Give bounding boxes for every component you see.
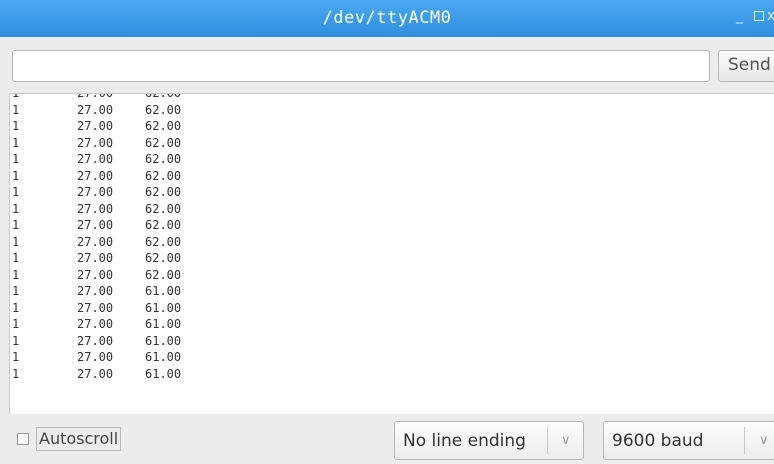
serial-col-humidity: 61.00	[145, 333, 182, 348]
serial-col-id: 1	[12, 102, 20, 117]
chevron-down-icon: ∨	[759, 433, 769, 448]
chevron-down-icon: ∨	[561, 433, 571, 448]
select-divider	[744, 427, 745, 454]
serial-col-id: 1	[12, 284, 20, 298]
select-divider	[547, 427, 548, 454]
serial-col-humidity: 61.00	[145, 300, 182, 315]
serial-col-temperature: 27.00	[77, 135, 114, 150]
autoscroll-label[interactable]: Autoscroll	[36, 427, 122, 451]
serial-col-temperature: 27.00	[77, 333, 114, 348]
serial-col-humidity: 62.00	[145, 218, 182, 232]
serial-col-humidity: 62.00	[145, 234, 182, 249]
serial-col-id: 1	[12, 93, 20, 100]
serial-col-humidity: 62.00	[145, 102, 182, 117]
serial-col-temperature: 27.00	[77, 119, 114, 133]
serial-col-humidity: 62.00	[145, 185, 182, 199]
serial-col-id: 1	[12, 168, 20, 183]
baud-rate-value: 9600 baud	[612, 431, 704, 451]
serial-monitor-window: /dev/ttyACM0 _ x Send 1 27.00 62.00 1 27.00 6…	[0, 0, 774, 464]
serial-col-humidity: 62.00	[145, 201, 182, 216]
serial-col-id: 1	[12, 333, 20, 348]
maximize-icon[interactable]	[754, 11, 764, 21]
serial-col-id: 1	[12, 366, 20, 381]
serial-col-id: 1	[12, 135, 20, 150]
serial-col-humidity: 62.00	[145, 251, 182, 265]
send-button[interactable]: Send	[718, 50, 774, 82]
serial-col-humidity: 61.00	[145, 317, 182, 331]
serial-col-humidity: 61.00	[145, 366, 182, 381]
window-title: /dev/ttyACM0	[322, 8, 452, 28]
serial-col-humidity: 62.00	[145, 152, 182, 166]
baud-rate-select[interactable]: 9600 baud ∨	[603, 421, 774, 460]
serial-col-temperature: 27.00	[77, 366, 114, 381]
serial-col-temperature: 27.00	[77, 317, 114, 331]
serial-col-temperature: 27.00	[77, 350, 114, 364]
serial-col-humidity: 62.00	[145, 267, 182, 282]
serial-col-id: 1	[12, 119, 20, 133]
minimize-icon[interactable]: _	[736, 8, 743, 24]
serial-col-temperature: 27.00	[77, 251, 114, 265]
serial-col-id: 1	[12, 234, 20, 249]
serial-col-humidity: 61.00	[145, 284, 182, 298]
serial-col-humidity: 62.00	[145, 119, 182, 133]
serial-output[interactable]: 1 27.00 62.00 1 27.00 62.00 1 27.00 62.00 1 27.00 6…	[9, 93, 774, 415]
send-input[interactable]	[12, 50, 710, 82]
serial-col-temperature: 27.00	[77, 218, 114, 232]
serial-col-id: 1	[12, 152, 20, 166]
serial-col-temperature: 27.00	[77, 93, 114, 100]
serial-col-id: 1	[12, 317, 20, 331]
serial-col-id: 1	[12, 201, 20, 216]
serial-col-temperature: 27.00	[77, 201, 114, 216]
serial-col-temperature: 27.00	[77, 234, 114, 249]
serial-col-temperature: 27.00	[77, 185, 114, 199]
send-bar: Send	[0, 37, 774, 93]
autoscroll-checkbox[interactable]	[17, 433, 29, 445]
line-ending-select[interactable]: No line ending ∨	[394, 421, 584, 460]
serial-col-humidity: 61.00	[145, 350, 182, 364]
close-icon[interactable]: x	[767, 8, 774, 24]
serial-col-id: 1	[12, 185, 20, 199]
serial-col-id: 1	[12, 267, 20, 282]
footer-bar: Autoscroll No line ending ∨ 9600 baud ∨	[0, 414, 774, 464]
serial-col-humidity: 62.00	[145, 135, 182, 150]
serial-col-temperature: 27.00	[77, 102, 114, 117]
serial-col-temperature: 27.00	[77, 284, 114, 298]
serial-col-humidity: 62.00	[145, 93, 182, 100]
serial-col-temperature: 27.00	[77, 267, 114, 282]
serial-col-id: 1	[12, 251, 20, 265]
line-ending-value: No line ending	[403, 431, 526, 451]
serial-col-id: 1	[12, 350, 20, 364]
serial-col-humidity: 62.00	[145, 168, 182, 183]
serial-col-id: 1	[12, 300, 20, 315]
serial-col-temperature: 27.00	[77, 168, 114, 183]
title-bar[interactable]: /dev/ttyACM0 _ x	[0, 0, 774, 37]
serial-col-temperature: 27.00	[77, 300, 114, 315]
serial-col-temperature: 27.00	[77, 152, 114, 166]
serial-col-id: 1	[12, 218, 20, 232]
